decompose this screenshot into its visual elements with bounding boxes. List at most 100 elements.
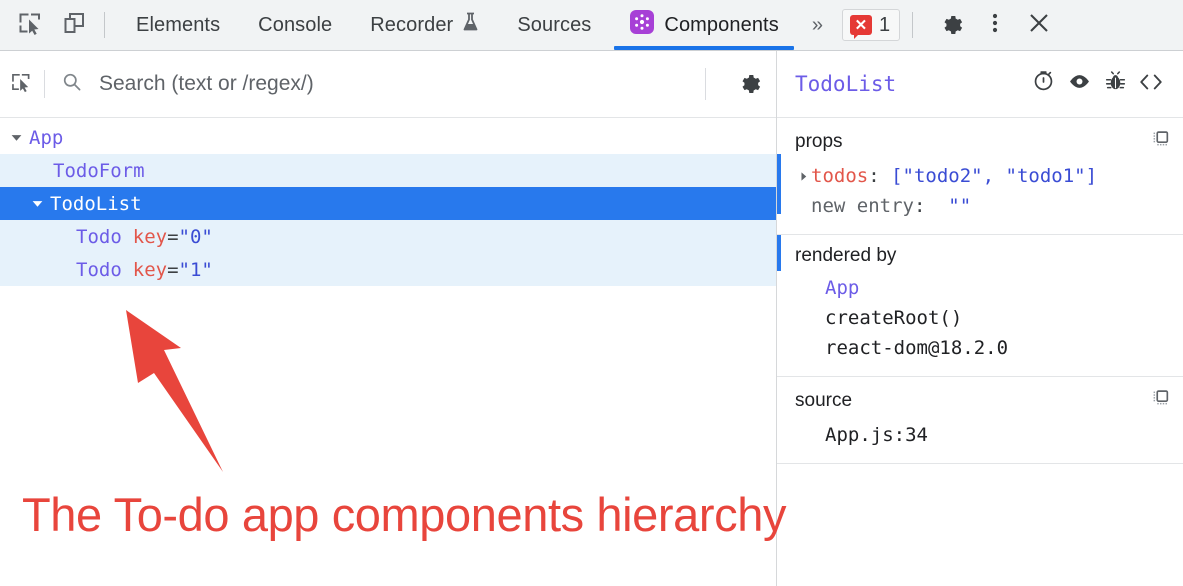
inspected-component-name: TodoList xyxy=(795,72,897,96)
prop-key: todos xyxy=(811,165,869,187)
search-right-divider xyxy=(705,68,706,100)
tree-item-label: TodoList xyxy=(50,192,142,215)
tree-item-label: TodoForm xyxy=(53,159,145,182)
rendered-by-row-createroot[interactable]: createRoot() xyxy=(777,303,1183,333)
tab-console[interactable]: Console xyxy=(239,0,351,50)
tree-row-todo-1[interactable]: Todo key = "1" xyxy=(0,253,776,286)
tab-sources-label: Sources xyxy=(517,13,592,36)
prop-separator: : xyxy=(868,165,880,187)
tree-item-label: Todo xyxy=(76,225,122,248)
rendered-by-accent-bar xyxy=(777,235,781,271)
props-header: props xyxy=(777,128,1183,155)
inspect-dom-button[interactable] xyxy=(1061,69,1097,99)
tree-item-prop-value: "1" xyxy=(178,258,213,281)
tab-recorder[interactable]: Recorder xyxy=(351,0,498,50)
tree-item-prop-key: key xyxy=(132,258,168,281)
react-logo-icon xyxy=(629,9,655,41)
tree-search-toolbar xyxy=(0,51,776,118)
error-bubble-icon: ✕ xyxy=(849,15,872,39)
prop-separator: : xyxy=(913,195,926,217)
source-title: source xyxy=(795,389,853,411)
more-tabs-button[interactable]: » xyxy=(798,14,836,37)
prop-row-new-entry[interactable]: new entry: "" xyxy=(777,191,1183,221)
annotation-caption: The To-do app components hierarchy xyxy=(22,488,787,541)
select-component-icon xyxy=(10,71,32,98)
debug-component-button[interactable] xyxy=(1097,70,1133,98)
tab-console-label: Console xyxy=(258,13,333,36)
devtools-screenshot: Elements Console Recorder Sources Compon… xyxy=(0,0,1183,586)
copy-to-clipboard-icon[interactable] xyxy=(1149,387,1171,414)
rendered-by-label: react-dom@18.2.0 xyxy=(825,337,1009,359)
chevron-down-icon[interactable] xyxy=(29,197,45,210)
tab-components[interactable]: Components xyxy=(610,0,797,50)
source-rows: App.js:34 xyxy=(777,420,1183,450)
tab-components-label: Components xyxy=(664,13,779,36)
search-input[interactable] xyxy=(93,72,689,96)
inspector-header: TodoList xyxy=(777,51,1183,118)
source-header: source xyxy=(777,387,1183,414)
inspect-element-icon xyxy=(17,10,43,41)
kebab-menu-icon xyxy=(985,10,1005,41)
rendered-by-label: App xyxy=(825,277,860,299)
inspect-element-button[interactable] xyxy=(12,7,48,43)
search-icon xyxy=(62,72,82,97)
tree-item-prop-eq: = xyxy=(167,225,179,248)
tree-item-label: App xyxy=(29,126,64,149)
search-divider xyxy=(44,70,45,98)
close-devtools-button[interactable] xyxy=(1021,7,1057,43)
prop-value: ["todo2", "todo1"] xyxy=(891,165,1098,187)
copy-to-clipboard-icon[interactable] xyxy=(1149,128,1171,155)
rendered-by-section: rendered by App createRoot() react-dom@1… xyxy=(777,235,1183,377)
device-toolbar-icon xyxy=(61,10,87,41)
toolbar-divider xyxy=(104,12,105,38)
rendered-by-row-app[interactable]: App xyxy=(777,273,1183,303)
rendered-by-header: rendered by xyxy=(777,245,1183,267)
props-accent-bar xyxy=(777,154,781,214)
eye-icon xyxy=(1067,69,1092,99)
gear-icon xyxy=(736,69,762,100)
source-section: source App.js:34 xyxy=(777,377,1183,464)
select-component-button[interactable] xyxy=(0,71,42,98)
tree-row-todolist[interactable]: TodoList xyxy=(0,187,776,220)
gear-icon xyxy=(938,10,964,41)
error-count-badge[interactable]: ✕ 1 xyxy=(841,9,901,41)
props-section: props todos: ["todo2", "todo1"] new ent… xyxy=(777,118,1183,235)
component-tree: App TodoForm TodoList Todo key = "0" Tod… xyxy=(0,118,776,286)
tab-elements-label: Elements xyxy=(136,13,221,36)
chevron-right-icon[interactable] xyxy=(795,171,811,182)
device-toolbar-button[interactable] xyxy=(56,7,92,43)
devtools-more-options-button[interactable] xyxy=(977,7,1013,43)
error-count-value: 1 xyxy=(878,13,891,36)
prop-value: "" xyxy=(948,195,972,217)
rendered-by-rows: App createRoot() react-dom@18.2.0 xyxy=(777,273,1183,363)
toolbar-divider-right xyxy=(912,12,914,38)
props-title: props xyxy=(795,130,843,152)
flask-icon xyxy=(462,12,479,38)
search-icon-wrap xyxy=(51,72,93,97)
close-icon xyxy=(1026,10,1052,41)
stopwatch-icon xyxy=(1032,70,1055,98)
prop-key: new entry xyxy=(811,195,914,217)
view-source-button[interactable] xyxy=(1133,71,1169,98)
prop-row-todos[interactable]: todos: ["todo2", "todo1"] xyxy=(777,161,1183,191)
rendered-by-title: rendered by xyxy=(795,245,897,266)
tree-item-prop-value: "0" xyxy=(178,225,213,248)
source-row-appjs[interactable]: App.js:34 xyxy=(777,420,1183,450)
rendered-by-row-reactdom[interactable]: react-dom@18.2.0 xyxy=(777,333,1183,363)
code-brackets-icon xyxy=(1138,71,1164,98)
components-settings-button[interactable] xyxy=(722,69,776,100)
tree-row-todoform[interactable]: TodoForm xyxy=(0,154,776,187)
devtools-settings-button[interactable] xyxy=(933,7,969,43)
profile-component-button[interactable] xyxy=(1025,70,1061,98)
tree-row-app[interactable]: App xyxy=(0,121,776,154)
tree-item-prop-key: key xyxy=(132,225,168,248)
tab-sources[interactable]: Sources xyxy=(498,0,610,50)
tree-item-prop-eq: = xyxy=(167,258,179,281)
rendered-by-label: createRoot() xyxy=(825,307,963,329)
tab-elements[interactable]: Elements xyxy=(117,0,239,50)
bug-icon xyxy=(1104,70,1127,98)
tab-recorder-label: Recorder xyxy=(370,13,454,36)
chevron-down-icon[interactable] xyxy=(8,131,24,144)
props-rows: todos: ["todo2", "todo1"] new entry: "" xyxy=(777,161,1183,221)
tree-row-todo-0[interactable]: Todo key = "0" xyxy=(0,220,776,253)
